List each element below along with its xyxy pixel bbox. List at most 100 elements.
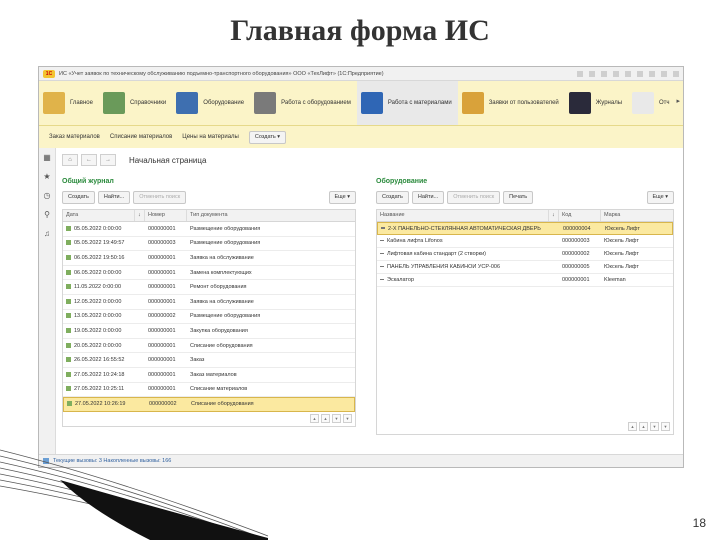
scroll-up-icon[interactable]: ▲ <box>321 414 330 423</box>
col-name[interactable]: Название <box>377 210 549 221</box>
window-title: ИС «Учет заявок по техническому обслужив… <box>59 70 384 77</box>
section-7[interactable]: Отч <box>628 81 676 125</box>
equipment-title: Оборудование <box>376 178 428 185</box>
minimize-icon[interactable] <box>649 70 655 77</box>
date-cell: 27.05.2022 10:26:19 <box>64 401 146 407</box>
grid-icon[interactable]: ▦ <box>39 148 55 167</box>
sort-desc-icon[interactable]: ↓ <box>549 210 559 221</box>
document-icon <box>66 225 71 231</box>
col-doc-type[interactable]: Тип документа <box>187 210 355 221</box>
name-cell: 2-Х ПАНЕЛЬНО-СТЕКЛЯННАЯ АВТОМАТИЧЕСКАЯ Д… <box>378 226 560 232</box>
bell-icon[interactable]: ♫ <box>39 224 55 243</box>
maximize-icon[interactable] <box>661 70 667 77</box>
table-row[interactable]: Кабина лифта Lifonos 000000003 Юксель Лифт <box>377 235 673 248</box>
section-3[interactable]: Работа с оборудованием <box>250 81 357 125</box>
star-icon[interactable] <box>613 70 619 77</box>
name-text: Кабина лифта Lifonos <box>387 238 443 244</box>
name-cell: ПАНЕЛЬ УПРАВЛЕНИЯ КАБИНОЙ УСР-006 <box>377 264 559 270</box>
table-row[interactable]: 26.05.2022 16:55:52 000000001 Заказ <box>63 353 355 368</box>
journal-more-button[interactable]: Еще ▾ <box>328 190 356 204</box>
table-row[interactable]: 27.05.2022 10:26:19 000000002 Списание обо… <box>63 397 355 412</box>
table-row[interactable]: Лифтовая кабина стандарт (2 створки) 0000… <box>377 248 673 261</box>
equipment-create-button[interactable]: Создать <box>376 190 409 204</box>
equipment-cancel-search-button[interactable]: Отменить поиск <box>447 190 501 204</box>
table-row[interactable]: 05.05.2022 0:00:00 000000001 Размещение об… <box>63 222 355 237</box>
document-icon <box>66 342 71 348</box>
equipment-more-button[interactable]: Еще ▾ <box>646 190 674 204</box>
close-icon[interactable] <box>673 70 679 77</box>
doc-type-cell: Заявка на обслуживание <box>190 254 254 261</box>
name-text: Лифтовая кабина стандарт (2 створки) <box>387 251 486 257</box>
scroll-top-icon[interactable]: ▲ <box>628 422 637 431</box>
document-icon <box>66 386 71 392</box>
equipment-find-button[interactable]: Найти... <box>411 190 445 204</box>
doc-type-cell: Заказ <box>190 357 205 364</box>
date-cell: 27.05.2022 10:25:11 <box>63 386 145 392</box>
col-code[interactable]: Код <box>559 210 601 221</box>
journal-cancel-search-button[interactable]: Отменить поиск <box>133 190 187 204</box>
scroll-down-icon[interactable]: ▼ <box>650 422 659 431</box>
col-brand[interactable]: Марка <box>601 210 673 221</box>
journal-create-button[interactable]: Создать <box>62 190 95 204</box>
search-icon[interactable]: ⚲ <box>39 205 55 224</box>
table-row[interactable]: 13.05.2022 0:00:00 000000002 Размещение об… <box>63 310 355 325</box>
doc-type-cell: Закупка оборудования <box>190 327 248 334</box>
name-cell: Кабина лифта Lifonos <box>377 238 559 244</box>
table-row[interactable]: 2-Х ПАНЕЛЬНО-СТЕКЛЯННАЯ АВТОМАТИЧЕСКАЯ Д… <box>377 222 673 235</box>
brand-cell: Юксель Лифт <box>604 264 639 270</box>
number-cell: 000000002 <box>149 401 177 408</box>
scroll-up-icon[interactable]: ▲ <box>639 422 648 431</box>
doc-type-cell: Заявка на обслуживание <box>190 298 254 305</box>
table-row[interactable]: 06.05.2022 0:00:00 000000001 Замена компле… <box>63 266 355 281</box>
doc-type-cell: Списание оборудования <box>191 401 254 408</box>
requests-icon <box>461 92 484 114</box>
table-row[interactable]: 06.05.2022 19:50:16 000000001 Заявка на об… <box>63 251 355 266</box>
create-dropdown-button[interactable]: Создать ▾ <box>248 130 287 144</box>
col-date[interactable]: Дата <box>63 210 135 221</box>
menu-icon[interactable] <box>637 70 643 77</box>
scroll-top-icon[interactable]: ▲ <box>310 414 319 423</box>
table-row[interactable]: 11.05.2022 0:00:00 000000001 Ремонт оборуд… <box>63 280 355 295</box>
section-5[interactable]: Заявки от пользователей <box>458 81 565 125</box>
cmd-material-prices[interactable]: Цены на материалы <box>182 134 239 140</box>
scroll-down-icon[interactable]: ▼ <box>332 414 341 423</box>
table-row[interactable]: 12.05.2022 0:00:00 000000001 Заявка на обс… <box>63 295 355 310</box>
chevron-right-icon[interactable]: ▸ <box>676 97 680 105</box>
section-0[interactable]: Главное <box>39 81 99 125</box>
sort-desc-icon[interactable]: ↓ <box>135 210 145 221</box>
search-icon[interactable] <box>577 70 583 77</box>
home-icon[interactable]: ⌂ <box>62 154 78 166</box>
section-6[interactable]: Журналы <box>565 81 628 125</box>
section-2[interactable]: Оборудование <box>172 81 250 125</box>
col-number[interactable]: Номер <box>145 210 187 221</box>
sections-panel: Главное Справочники Оборудование Работа с о… <box>39 81 683 126</box>
scroll-bottom-icon[interactable]: ▼ <box>661 422 670 431</box>
journal-find-button[interactable]: Найти... <box>97 190 131 204</box>
bell-icon[interactable] <box>589 70 595 77</box>
history-icon[interactable]: ◷ <box>39 186 55 205</box>
date-cell: 19.05.2022 0:00:00 <box>63 328 145 334</box>
info-icon[interactable] <box>625 70 631 77</box>
table-row[interactable]: ПАНЕЛЬ УПРАВЛЕНИЯ КАБИНОЙ УСР-006 0000000… <box>377 261 673 274</box>
table-row[interactable]: 05.05.2022 19:49:57 000000003 Размещение о… <box>63 237 355 252</box>
table-row[interactable]: Эскалатор 000000001 Kleeman <box>377 274 673 287</box>
scroll-bottom-icon[interactable]: ▼ <box>343 414 352 423</box>
number-cell: 000000001 <box>148 254 176 261</box>
history-icon[interactable] <box>601 70 607 77</box>
page-nav: ⌂ ← → Начальная страница <box>62 154 206 166</box>
section-1[interactable]: Справочники <box>99 81 172 125</box>
document-icon <box>66 269 71 275</box>
star-icon[interactable]: ★ <box>39 167 55 186</box>
journal-icon <box>568 92 591 114</box>
equipment-print-button[interactable]: Печать <box>503 190 534 204</box>
back-arrow-icon[interactable]: ← <box>81 154 97 166</box>
equipment-scroll-nav: ▲ ▲ ▼ ▼ <box>628 422 670 431</box>
table-row[interactable]: 19.05.2022 0:00:00 000000001 Закупка обору… <box>63 324 355 339</box>
table-row[interactable]: 27.05.2022 10:24:18 000000001 Заказ матери… <box>63 368 355 383</box>
cmd-write-off-materials[interactable]: Списание материалов <box>110 134 172 140</box>
cmd-order-materials[interactable]: Заказ материалов <box>49 134 100 140</box>
table-row[interactable]: 27.05.2022 10:25:11 000000001 Списание мат… <box>63 383 355 398</box>
forward-arrow-icon[interactable]: → <box>100 154 116 166</box>
section-4[interactable]: Работа с материалами <box>356 81 458 125</box>
table-row[interactable]: 20.05.2022 0:00:00 000000001 Списание обор… <box>63 339 355 354</box>
